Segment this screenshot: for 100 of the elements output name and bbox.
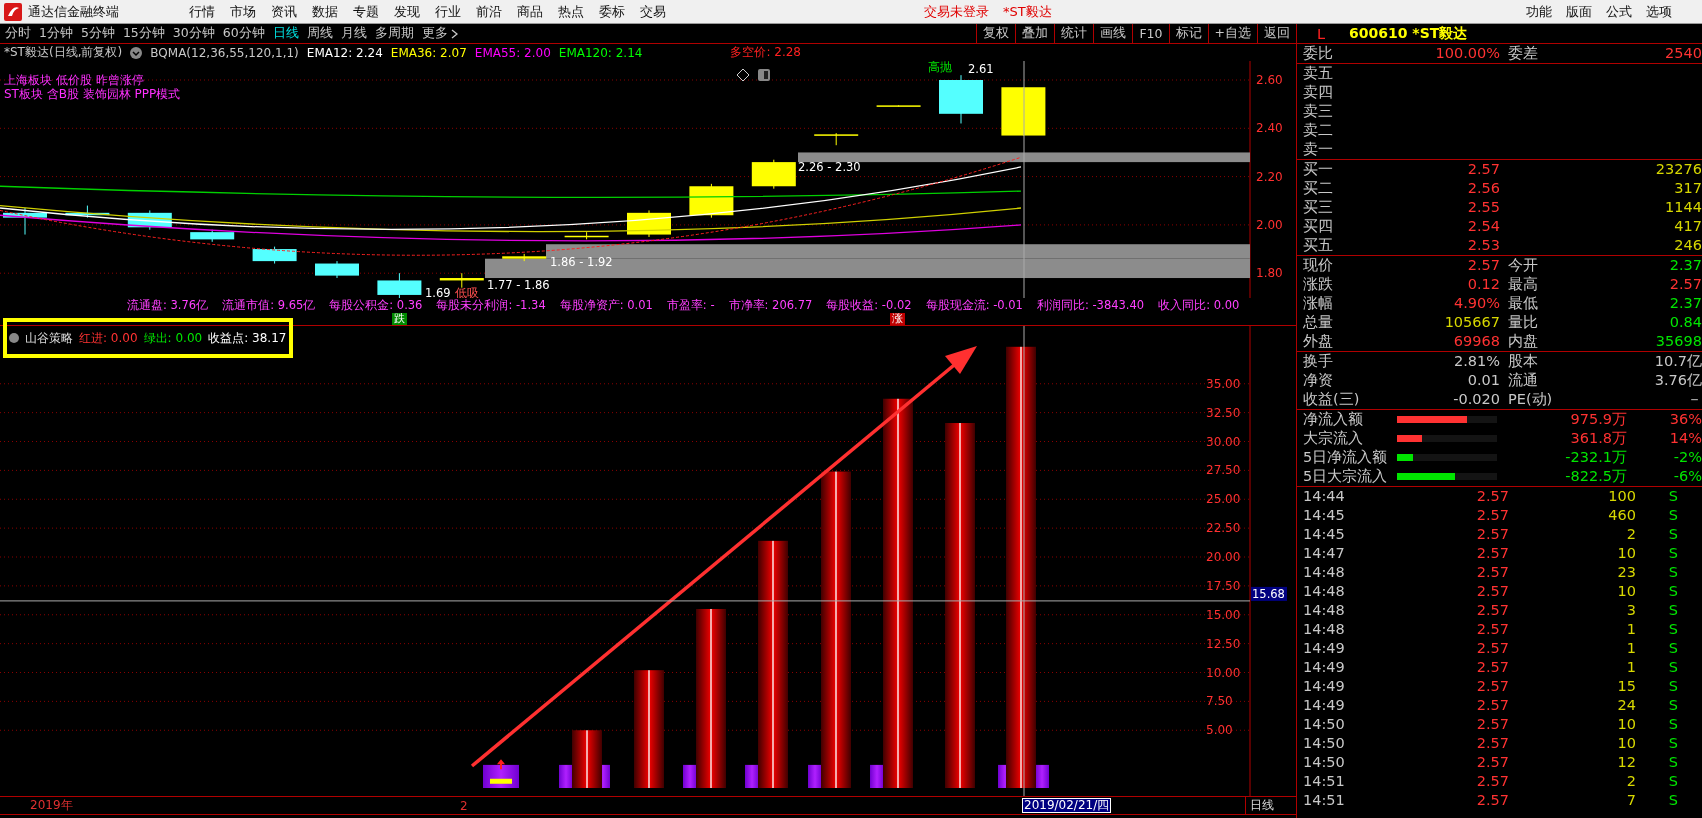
menu-item[interactable]: 商品	[517, 2, 543, 21]
candle	[127, 209, 172, 231]
menu-item[interactable]: 公式	[1606, 2, 1632, 21]
indicator-value: EMA55: 2.00	[474, 45, 551, 60]
fundamental-value: 市净率: 206.77	[728, 298, 813, 312]
axis-label: 10.00	[1206, 665, 1241, 680]
menu-item[interactable]: 交易	[640, 2, 666, 21]
axis-label: 2.60	[1256, 73, 1283, 87]
axis-label: 15.00	[1206, 607, 1241, 622]
menu-item[interactable]: 前沿	[476, 2, 502, 21]
zone-label: 1.77 - 1.86	[487, 278, 550, 292]
field-value: 2540	[1664, 44, 1702, 63]
field-label: 最低	[1507, 294, 1539, 313]
menu-item[interactable]: 热点	[558, 2, 584, 21]
trade-time: 14:44	[1302, 487, 1346, 506]
period-tab[interactable]: 月线	[340, 25, 367, 42]
menu-item[interactable]: 功能	[1526, 2, 1552, 21]
profit-bar	[572, 730, 602, 788]
field-label: 现价	[1302, 256, 1334, 275]
field-label: 股本	[1507, 352, 1539, 371]
candle	[939, 74, 983, 124]
trade-price: 2.57	[1475, 620, 1509, 639]
indicator-name: BQMA(12,36,55,120,1,1)	[150, 45, 299, 60]
trade-volume: 23	[1616, 563, 1636, 582]
flow-percent: -2%	[1672, 448, 1702, 467]
field-label: 买五	[1302, 236, 1334, 255]
signal-mark	[559, 764, 573, 788]
period-tab[interactable]: 15分钟	[122, 25, 165, 42]
signal-mark	[745, 764, 759, 788]
fundamental-value: 流通市值: 9.65亿	[222, 298, 316, 312]
axis-label: 1.80	[1256, 266, 1283, 281]
axis-label: 2019年	[30, 797, 73, 814]
trade-volume: 1	[1625, 639, 1636, 658]
signal-label: 低吸	[455, 286, 479, 298]
trade-price: 2.57	[1475, 734, 1509, 753]
menu-item[interactable]: 选项	[1646, 2, 1672, 21]
trade-side: S	[1667, 582, 1678, 601]
axis-label: 22.50	[1206, 521, 1241, 536]
login-status[interactable]: 交易未登录	[924, 2, 989, 21]
trade-price: 2.57	[1475, 487, 1509, 506]
field-label: 净流入额	[1302, 410, 1364, 429]
period-tab[interactable]: 日线	[272, 25, 299, 42]
field-value: 2.81%	[1452, 352, 1500, 371]
trade-price: 2.57	[1475, 791, 1509, 810]
trade-volume: 2	[1625, 772, 1636, 791]
period-label: 日线	[1245, 797, 1296, 814]
trade-time: 14:49	[1302, 677, 1346, 696]
field-value: 105667	[1443, 313, 1500, 332]
trade-price: 2.57	[1475, 506, 1509, 525]
trade-side: S	[1667, 715, 1678, 734]
menu-item[interactable]: 资讯	[271, 2, 297, 21]
field-label: 内盘	[1507, 332, 1539, 351]
menu-item[interactable]: 数据	[312, 2, 338, 21]
field-value: 0.01	[1466, 371, 1500, 390]
field-label: 买四	[1302, 217, 1334, 236]
flow-amount: 361.8万	[1569, 429, 1627, 448]
trade-price: 2.57	[1475, 677, 1509, 696]
field-value: 23276	[1654, 160, 1702, 179]
field-value: －	[1686, 390, 1702, 409]
price-label: 2.61	[968, 62, 994, 76]
period-tab[interactable]: 1分钟	[39, 25, 73, 42]
trade-volume: 15	[1616, 677, 1636, 696]
trade-volume: 10	[1616, 715, 1636, 734]
panel-icon	[758, 69, 770, 81]
field-value: 246	[1673, 236, 1702, 255]
trade-time: 14:51	[1302, 772, 1346, 791]
trade-side: S	[1667, 639, 1678, 658]
candle	[876, 104, 921, 108]
field-value: 2.57	[1668, 275, 1702, 294]
field-label: 买一	[1302, 160, 1334, 179]
indicator-value: EMA120: 2.14	[558, 45, 643, 60]
menu-item[interactable]: 行业	[435, 2, 461, 21]
period-tab[interactable]: 60分钟	[222, 25, 265, 42]
fundamental-value: 每股现金流: -0.01	[925, 298, 1023, 312]
field-label: 最高	[1507, 275, 1539, 294]
field-label: 外盘	[1302, 332, 1334, 351]
field-value: 0.12	[1466, 275, 1500, 294]
period-tab[interactable]: 分时	[5, 25, 31, 42]
fundamental-value: 流通盘: 3.76亿	[127, 298, 209, 312]
period-tab[interactable]: 多周期	[374, 25, 414, 42]
trade-time: 14:45	[1302, 525, 1346, 544]
period-tab[interactable]: 30分钟	[172, 25, 215, 42]
candle	[252, 246, 297, 265]
period-tab[interactable]: 5分钟	[80, 25, 115, 42]
menu-item[interactable]: 行情	[189, 2, 215, 21]
menu-item[interactable]: 发现	[394, 2, 420, 21]
field-label: 涨跌	[1302, 275, 1334, 294]
more-button[interactable]: 更多	[421, 25, 458, 42]
fundamental-value: 每股收益: -0.02	[826, 298, 912, 312]
axis-label: 7.50	[1206, 694, 1233, 709]
trade-side: S	[1667, 753, 1678, 772]
field-label: 净资	[1302, 371, 1334, 390]
fundamental-value: 每股公积金: 0.36	[329, 298, 423, 312]
period-tab[interactable]: 周线	[306, 25, 333, 42]
menu-item[interactable]: 专题	[353, 2, 379, 21]
menu-item[interactable]: 委标	[599, 2, 625, 21]
menu-item[interactable]: 版面	[1566, 2, 1592, 21]
trade-side: S	[1667, 791, 1678, 810]
trade-side: S	[1667, 544, 1678, 563]
menu-item[interactable]: 市场	[230, 2, 256, 21]
